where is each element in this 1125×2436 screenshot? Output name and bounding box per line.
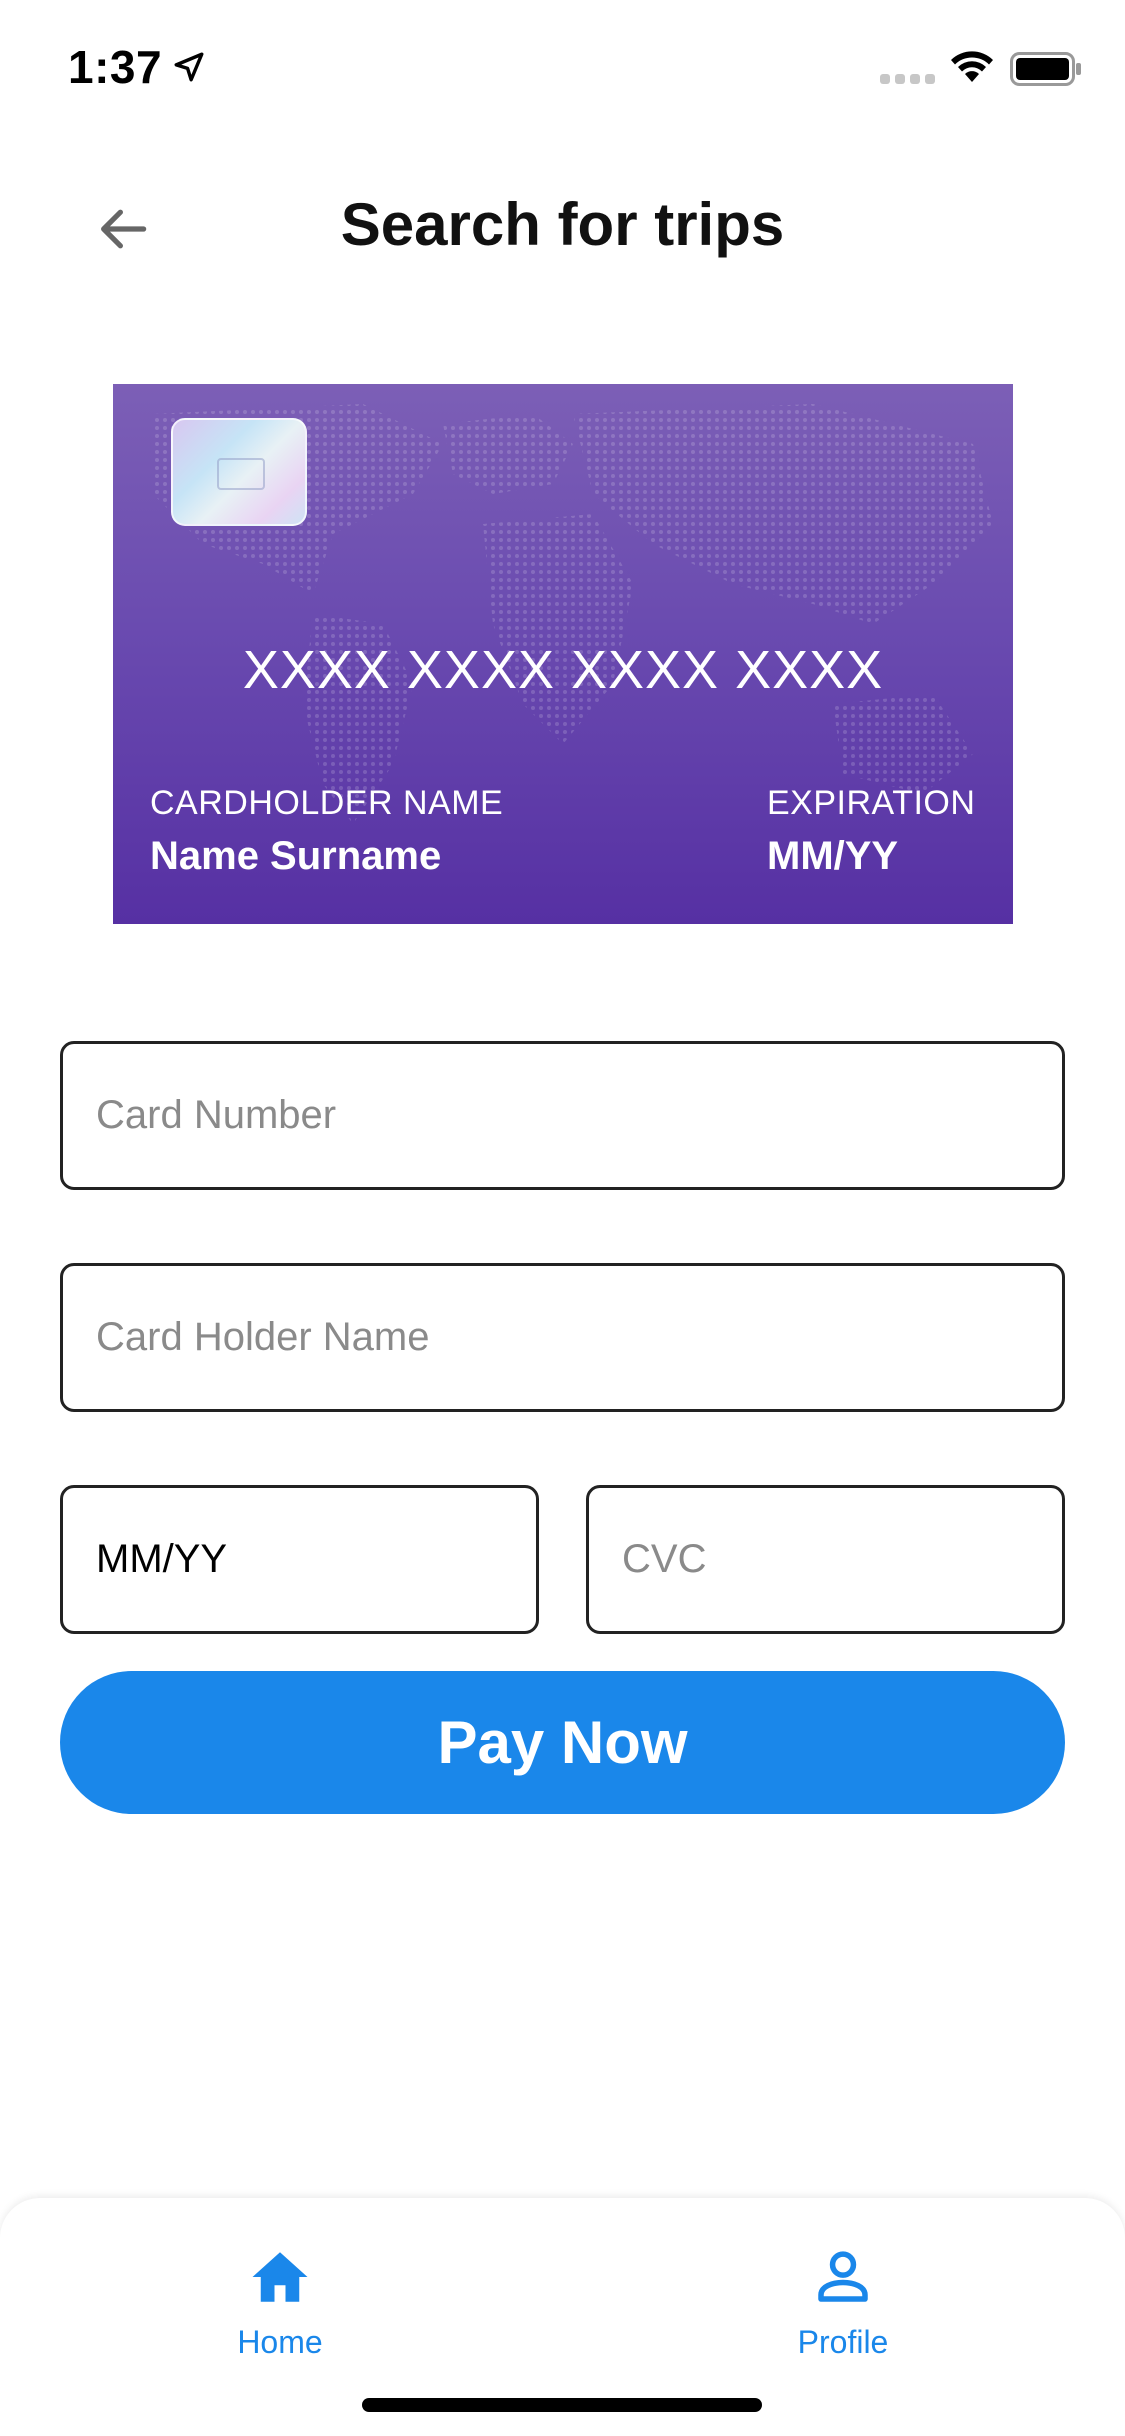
card-holder-name-field [60,1263,1065,1412]
nav-item-profile[interactable]: Profile [743,2244,943,2374]
cardholder-label: CARDHOLDER NAME [150,784,504,822]
nav-label-home: Home [237,2324,323,2360]
page-title: Search for trips [340,191,785,258]
nav-item-home[interactable]: Home [180,2244,380,2374]
location-arrow-icon [174,52,204,82]
person-icon [818,2251,868,2302]
signal-icon [880,74,935,84]
card-number-display: XXXX XXXX XXXX XXXX [242,640,884,700]
battery-icon [1010,52,1081,86]
expiry-field [60,1485,539,1634]
pay-now-button[interactable]: Pay Now [60,1671,1065,1814]
expiration-value: MM/YY [767,834,899,878]
home-icon [252,2252,308,2302]
cvc-field [586,1485,1065,1634]
card-holder-name-input[interactable] [63,1266,1062,1409]
expiry-input[interactable] [63,1488,536,1631]
expiration-label: EXPIRATION [767,784,976,822]
card-chip-icon [171,418,307,526]
payment-screen: 1:37 Search for trips XXXX XXXX XXXX XXX… [0,0,1125,2436]
cvc-input[interactable] [589,1488,1062,1631]
credit-card-preview: XXXX XXXX XXXX XXXX CARDHOLDER NAME Name… [113,384,1013,924]
cardholder-value: Name Surname [150,834,442,878]
status-bar: 1:37 [0,0,1125,140]
card-number-input[interactable] [63,1044,1062,1187]
nav-label-profile: Profile [797,2324,889,2360]
card-number-field [60,1041,1065,1190]
wifi-icon [951,51,993,82]
home-indicator [362,2398,762,2412]
status-time: 1:37 [68,41,163,93]
